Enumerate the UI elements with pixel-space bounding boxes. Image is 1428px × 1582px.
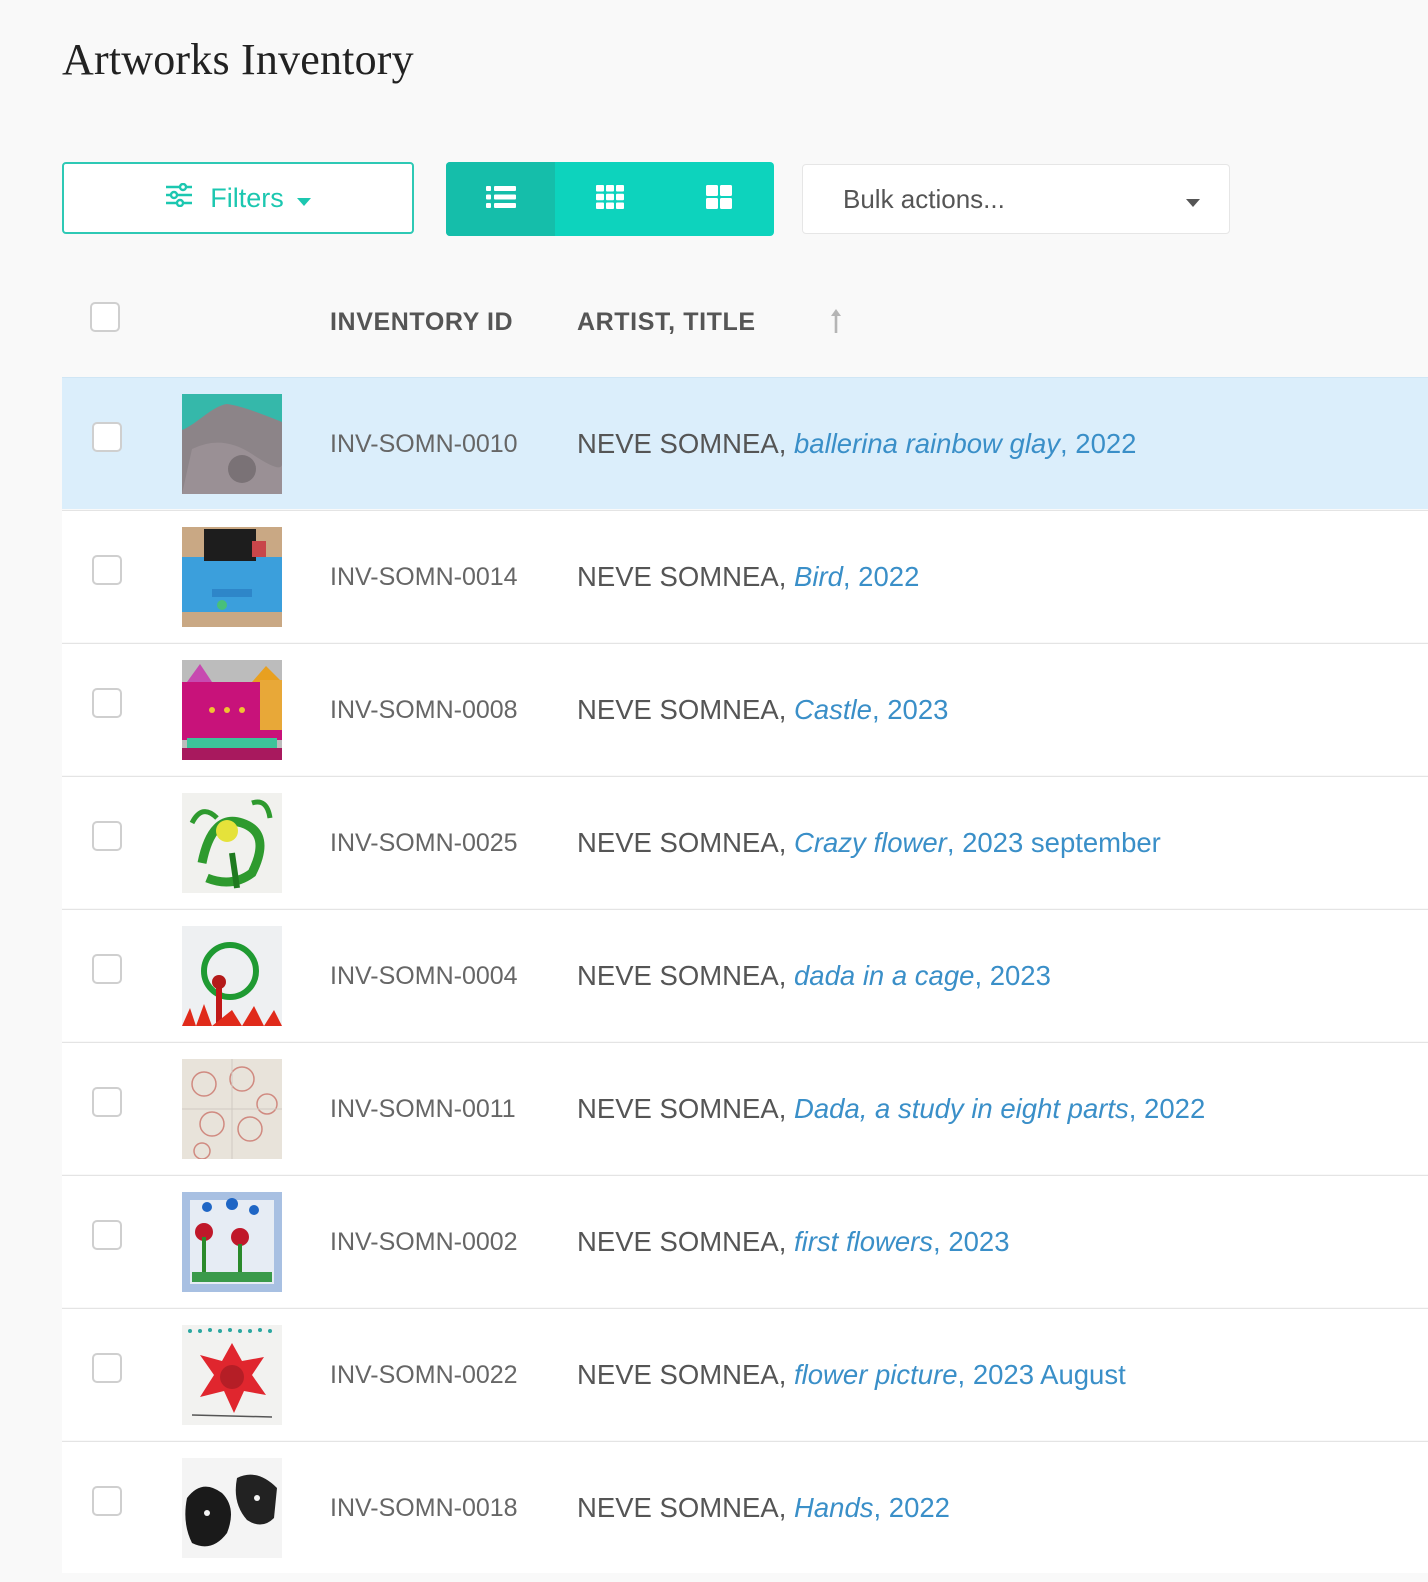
artist-name: NEVE SOMNEA, — [577, 1492, 794, 1523]
artist-name: NEVE SOMNEA, — [577, 561, 794, 592]
grid-small-icon — [595, 184, 624, 214]
artist-name: NEVE SOMNEA, — [577, 1359, 794, 1390]
grid-large-icon — [706, 184, 733, 214]
table-row[interactable]: INV-SOMN-0004 NEVE SOMNEA, dada in a cage… — [62, 909, 1428, 1041]
artwork-thumbnail[interactable] — [182, 394, 282, 494]
sort-ascending-icon[interactable] — [830, 308, 842, 339]
filters-button[interactable]: Filters — [62, 162, 414, 234]
artwork-thumbnail[interactable] — [182, 660, 282, 760]
list-view-button[interactable] — [446, 162, 556, 236]
artwork-thumbnail[interactable] — [182, 1192, 282, 1292]
row-checkbox[interactable] — [92, 821, 122, 851]
table-row[interactable]: INV-SOMN-0014 NEVE SOMNEA, Bird, 2022 — [62, 510, 1428, 642]
artwork-year: , 2022 — [1128, 1093, 1206, 1124]
artwork-thumbnail[interactable] — [182, 1458, 282, 1558]
artwork-year: , 2023 — [933, 1226, 1010, 1257]
artist-title: NEVE SOMNEA, Dada, a study in eight part… — [577, 1093, 1205, 1125]
grid-small-view-button[interactable] — [555, 162, 664, 236]
artist-title: NEVE SOMNEA, Bird, 2022 — [577, 561, 919, 593]
artwork-title-link[interactable]: Bird — [794, 561, 843, 592]
inventory-id: INV-SOMN-0018 — [330, 1494, 518, 1522]
row-checkbox[interactable] — [92, 1220, 122, 1250]
row-checkbox[interactable] — [92, 1087, 122, 1117]
artwork-thumbnail[interactable] — [182, 793, 282, 893]
inventory-id: INV-SOMN-0025 — [330, 829, 518, 857]
table-header: INVENTORY ID ARTIST, TITLE — [62, 280, 1428, 376]
table-row[interactable]: INV-SOMN-0022 NEVE SOMNEA, flower picture… — [62, 1308, 1428, 1440]
table-row[interactable]: INV-SOMN-0010 NEVE SOMNEA, ballerina rain… — [62, 377, 1428, 509]
caret-down-icon — [1185, 184, 1201, 215]
row-checkbox[interactable] — [92, 1486, 122, 1516]
inventory-id: INV-SOMN-0004 — [330, 962, 518, 990]
artwork-year: , 2023 — [974, 960, 1051, 991]
bulk-actions-label: Bulk actions... — [843, 183, 1005, 214]
artwork-thumbnail[interactable] — [182, 527, 282, 627]
artist-name: NEVE SOMNEA, — [577, 1226, 794, 1257]
column-header-inventory-id[interactable]: INVENTORY ID — [330, 308, 513, 337]
table-row[interactable]: INV-SOMN-0011 NEVE SOMNEA, Dada, a study … — [62, 1042, 1428, 1174]
artwork-thumbnail[interactable] — [182, 1059, 282, 1159]
inventory-id: INV-SOMN-0022 — [330, 1361, 518, 1389]
artwork-year: , 2023 — [871, 694, 949, 725]
inventory-id: INV-SOMN-0014 — [330, 563, 518, 591]
grid-large-view-button[interactable] — [665, 162, 774, 236]
artwork-thumbnail[interactable] — [182, 926, 282, 1026]
artwork-title-link[interactable]: first flowers — [794, 1226, 933, 1257]
artist-name: NEVE SOMNEA, — [577, 1093, 794, 1124]
artwork-title-link[interactable]: Dada, a study in eight parts — [794, 1093, 1129, 1124]
filters-label: Filters — [210, 182, 284, 213]
inventory-id: INV-SOMN-0002 — [330, 1228, 518, 1256]
artwork-title-link[interactable]: Crazy flower — [794, 827, 947, 858]
artwork-year: , 2022 — [1060, 428, 1137, 459]
select-all-checkbox[interactable] — [90, 302, 120, 332]
sliders-icon — [164, 182, 194, 214]
bulk-actions-select[interactable]: Bulk actions... — [802, 164, 1230, 234]
artist-name: NEVE SOMNEA, — [577, 428, 794, 459]
artist-title: NEVE SOMNEA, Hands, 2022 — [577, 1492, 950, 1524]
artwork-year: , 2022 — [842, 561, 920, 592]
inventory-id: INV-SOMN-0011 — [330, 1095, 516, 1123]
page-title: Artworks Inventory — [62, 35, 414, 84]
artwork-title-link[interactable]: flower picture — [794, 1359, 958, 1390]
artist-name: NEVE SOMNEA, — [577, 694, 794, 725]
row-checkbox[interactable] — [92, 688, 122, 718]
artist-title: NEVE SOMNEA, flower picture, 2023 August — [577, 1359, 1126, 1391]
artist-title: NEVE SOMNEA, Crazy flower, 2023 septembe… — [577, 827, 1161, 859]
table-row[interactable]: INV-SOMN-0002 NEVE SOMNEA, first flowers,… — [62, 1175, 1428, 1307]
row-checkbox[interactable] — [92, 954, 122, 984]
inventory-id: INV-SOMN-0008 — [330, 696, 518, 724]
table-row[interactable]: INV-SOMN-0008 NEVE SOMNEA, Castle, 2023 — [62, 643, 1428, 775]
artwork-title-link[interactable]: Castle — [794, 694, 872, 725]
artwork-title-link[interactable]: Hands — [794, 1492, 874, 1523]
artwork-year: , 2022 — [873, 1492, 950, 1523]
row-checkbox[interactable] — [92, 422, 122, 452]
table-row[interactable]: INV-SOMN-0018 NEVE SOMNEA, Hands, 2022 — [62, 1441, 1428, 1573]
row-checkbox[interactable] — [92, 555, 122, 585]
artwork-title-link[interactable]: ballerina rainbow glay — [794, 428, 1060, 459]
artist-title: NEVE SOMNEA, first flowers, 2023 — [577, 1226, 1010, 1258]
view-toggle-group — [446, 162, 774, 236]
row-checkbox[interactable] — [92, 1353, 122, 1383]
artwork-title-link[interactable]: dada in a cage — [794, 960, 974, 991]
artwork-year: , 2023 August — [957, 1359, 1126, 1390]
artwork-year: , 2023 september — [946, 827, 1161, 858]
caret-down-icon — [296, 183, 312, 214]
artist-name: NEVE SOMNEA, — [577, 827, 794, 858]
artist-title: NEVE SOMNEA, ballerina rainbow glay, 202… — [577, 428, 1136, 460]
table-row[interactable]: INV-SOMN-0025 NEVE SOMNEA, Crazy flower, … — [62, 776, 1428, 908]
artwork-thumbnail[interactable] — [182, 1325, 282, 1425]
artist-title: NEVE SOMNEA, Castle, 2023 — [577, 694, 948, 726]
artist-title: NEVE SOMNEA, dada in a cage, 2023 — [577, 960, 1051, 992]
inventory-id: INV-SOMN-0010 — [330, 430, 518, 458]
column-header-artist-title[interactable]: ARTIST, TITLE — [577, 308, 756, 337]
list-icon — [485, 185, 516, 214]
artist-name: NEVE SOMNEA, — [577, 960, 794, 991]
